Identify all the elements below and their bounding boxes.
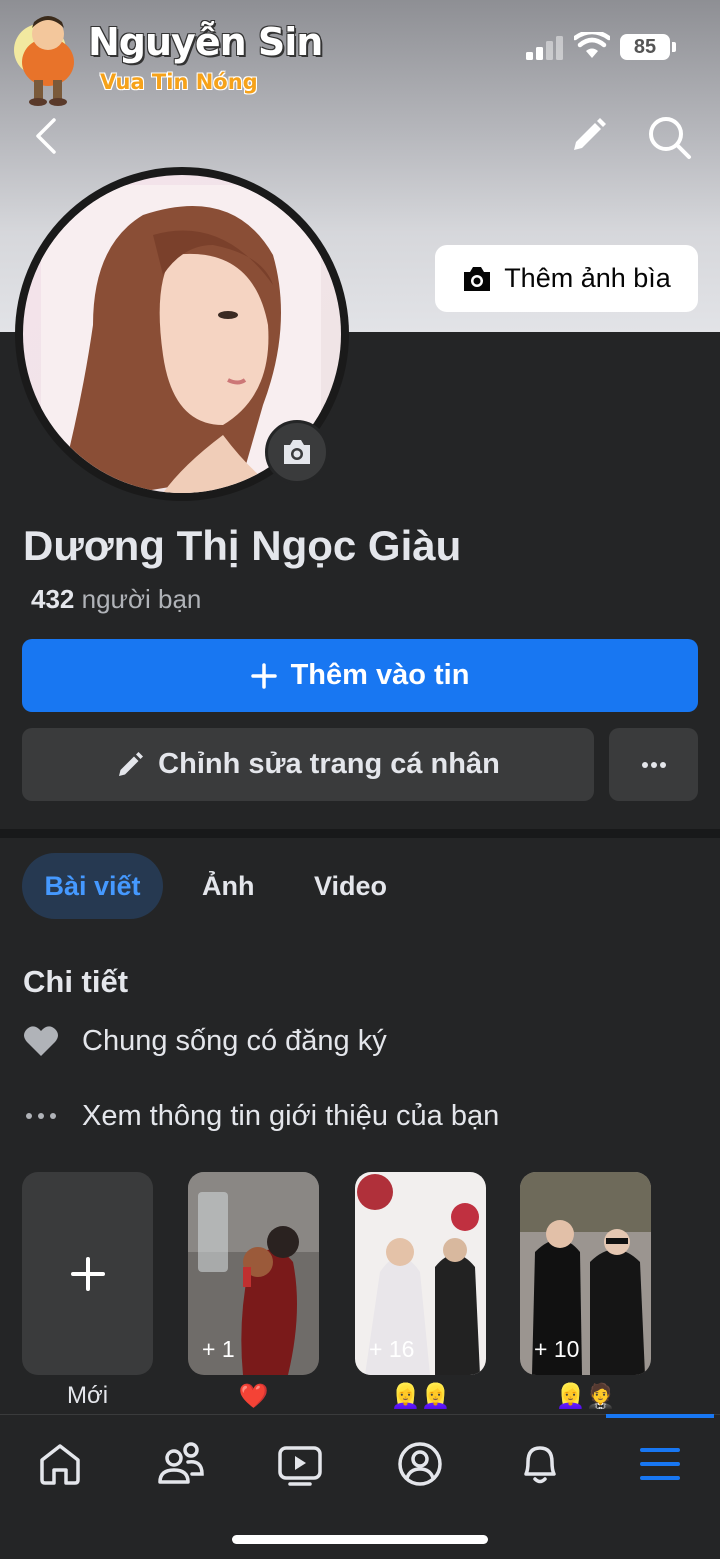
featured-label: 👱‍♀️👱‍♀️ [390, 1383, 451, 1410]
search-button[interactable] [640, 108, 698, 166]
heart-icon [22, 1022, 60, 1060]
friends-count[interactable]: 432 người bạn [31, 584, 201, 615]
nav-profile[interactable] [394, 1438, 446, 1490]
status-bar: Nguyễn Sin Vua Tin Nóng 85 [0, 0, 720, 106]
featured-card[interactable]: + 10 [520, 1172, 651, 1375]
add-to-story-button[interactable]: Thêm vào tin [22, 639, 698, 712]
profile-name: Dương Thị Ngọc Giàu [23, 522, 462, 569]
battery-level: 85 [620, 34, 670, 60]
featured-card[interactable]: + 16 [355, 1172, 486, 1375]
plus-icon [250, 662, 277, 689]
nav-home[interactable] [34, 1438, 86, 1490]
video-icon [278, 1446, 322, 1486]
add-to-story-label: Thêm vào tin [290, 659, 470, 691]
featured-count: + 1 [202, 1336, 235, 1362]
tab-posts[interactable]: Bài viết [22, 853, 163, 919]
bell-icon [524, 1446, 556, 1484]
relationship-text: Chung sống có đăng ký [82, 1024, 387, 1057]
section-divider [0, 829, 720, 838]
home-indicator[interactable] [232, 1535, 488, 1544]
friends-icon [158, 1442, 204, 1484]
add-cover-label: Thêm ảnh bìa [504, 263, 671, 293]
edit-button[interactable] [562, 110, 614, 162]
featured-label: ❤️ [238, 1383, 269, 1410]
relationship-detail[interactable]: Chung sống có đăng ký [22, 1022, 387, 1060]
edit-profile-button[interactable]: Chỉnh sửa trang cá nhân [22, 728, 594, 801]
active-tab-indicator [606, 1414, 714, 1418]
nav-video[interactable] [274, 1438, 326, 1490]
watermark-mascot-icon [14, 16, 74, 106]
more-options-button[interactable] [609, 728, 698, 801]
wifi-icon [574, 32, 610, 58]
nav-menu[interactable] [634, 1438, 686, 1490]
featured-count: + 10 [534, 1336, 580, 1362]
pencil-icon [574, 118, 606, 150]
camera-icon [464, 266, 491, 291]
watermark-subtitle: Vua Tin Nóng [100, 70, 258, 94]
friends-count-number: 432 [31, 584, 75, 614]
see-intro-text: Xem thông tin giới thiệu của bạn [82, 1099, 500, 1132]
chevron-left-icon [36, 118, 56, 154]
plus-icon [70, 1256, 105, 1291]
more-dots-icon [641, 761, 666, 768]
profile-icon [398, 1442, 442, 1486]
battery-tip [672, 42, 676, 52]
search-icon [649, 117, 691, 159]
camera-icon [284, 440, 310, 464]
nav-notifications[interactable] [514, 1438, 566, 1490]
friends-count-label: người bạn [81, 584, 202, 614]
menu-icon [640, 1448, 680, 1480]
add-cover-photo-button[interactable]: Thêm ảnh bìa [435, 245, 698, 312]
see-intro-detail[interactable]: Xem thông tin giới thiệu của bạn [22, 1097, 499, 1135]
home-icon [40, 1444, 80, 1485]
new-featured-card[interactable] [22, 1172, 153, 1375]
more-dots-icon [22, 1097, 60, 1135]
pencil-icon [119, 751, 144, 776]
watermark-title: Nguyễn Sin [88, 20, 323, 64]
cellular-signal-icon [526, 36, 563, 60]
details-heading: Chi tiết [23, 964, 129, 999]
featured-label: 👱‍♀️🤵 [555, 1383, 616, 1410]
change-profile-picture-button[interactable] [265, 420, 329, 484]
featured-label: Mới [66, 1382, 109, 1409]
edit-profile-label: Chỉnh sửa trang cá nhân [158, 748, 500, 780]
nav-friends[interactable] [155, 1438, 207, 1490]
featured-count: + 16 [369, 1336, 415, 1362]
back-button[interactable] [26, 112, 66, 160]
tab-photos[interactable]: Ảnh [202, 853, 254, 919]
featured-card[interactable]: + 1 [188, 1172, 319, 1375]
tab-video[interactable]: Video [314, 853, 387, 919]
